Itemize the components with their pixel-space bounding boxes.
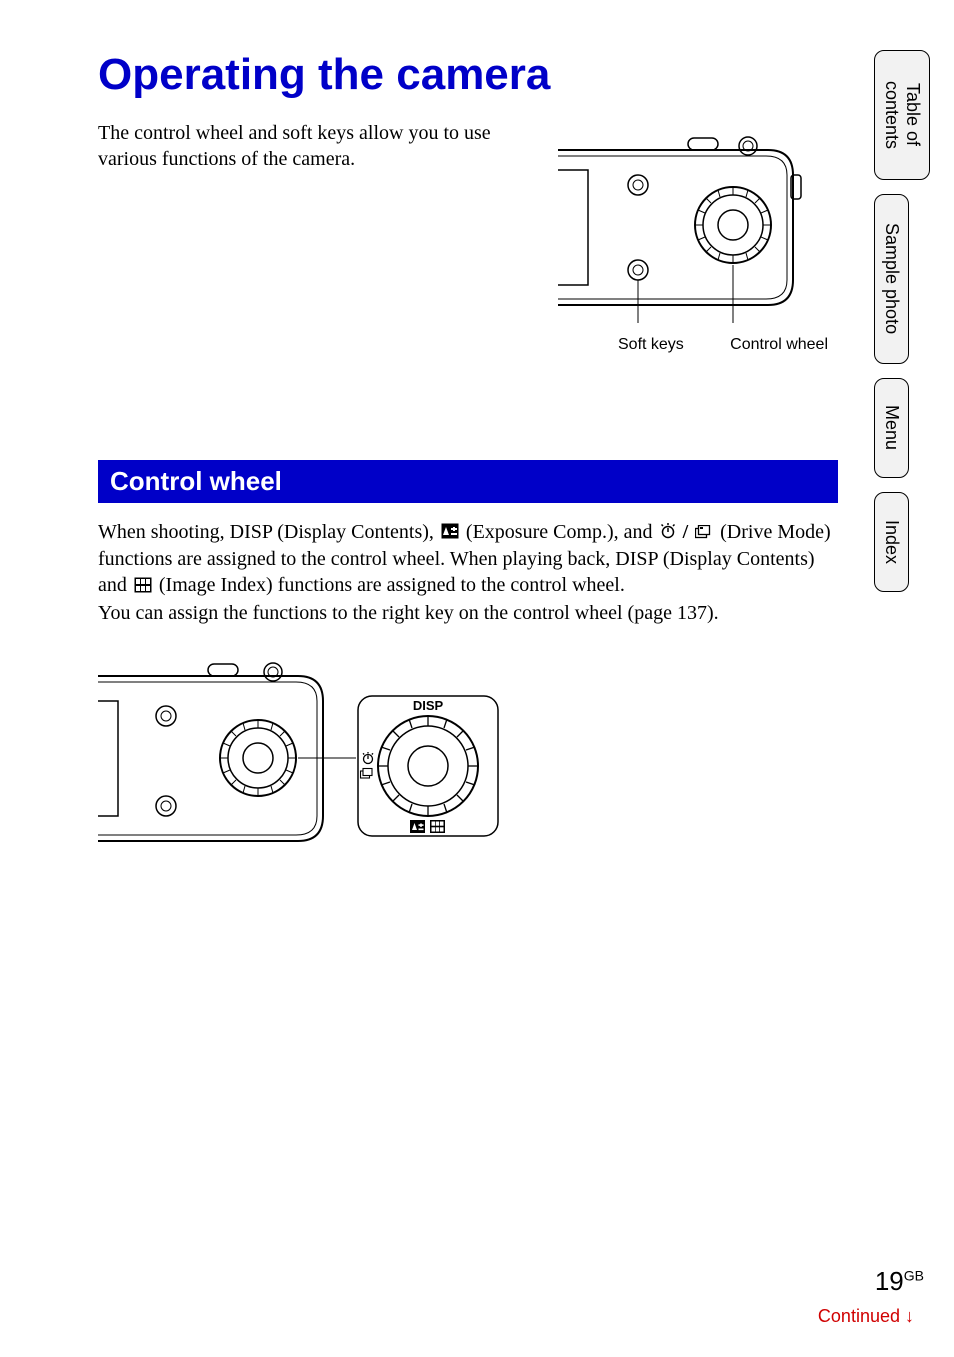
tab-table-of-contents[interactable]: Table of contents: [874, 50, 930, 180]
paragraph-2: You can assign the functions to the righ…: [98, 600, 838, 626]
camera-illustration-icon: [558, 130, 838, 330]
side-tabs: Table of contents Sample photo Menu Inde…: [874, 50, 934, 606]
figure-label-soft-keys: Soft keys: [618, 336, 684, 354]
continuous-shooting-icon: [695, 520, 713, 546]
main-content: Operating the camera The control wheel a…: [98, 50, 838, 866]
camera-control-wheel-detail-icon: DISP: [98, 656, 518, 866]
figure-label-control-wheel: Control wheel: [730, 336, 828, 354]
page-number: 19GB: [875, 1266, 924, 1297]
svg-text:DISP: DISP: [413, 698, 444, 713]
figure-camera-top: Soft keys Control wheel: [558, 130, 838, 354]
slash-icon: /: [683, 521, 694, 543]
tab-sample-photo[interactable]: Sample photo: [874, 194, 909, 364]
continued-indicator: Continued ↓: [818, 1306, 914, 1327]
page-title: Operating the camera: [98, 50, 838, 100]
section-heading: Control wheel: [98, 460, 838, 503]
image-index-icon: [134, 574, 152, 600]
exposure-comp-icon: [441, 520, 459, 546]
figure-camera-bottom: DISP: [98, 656, 838, 866]
down-arrow-icon: ↓: [905, 1306, 914, 1326]
tab-menu[interactable]: Menu: [874, 378, 909, 478]
self-timer-icon: [660, 520, 676, 546]
paragraph-1: When shooting, DISP (Display Contents), …: [98, 519, 838, 600]
intro-text: The control wheel and soft keys allow yo…: [98, 120, 548, 172]
tab-index[interactable]: Index: [874, 492, 909, 592]
